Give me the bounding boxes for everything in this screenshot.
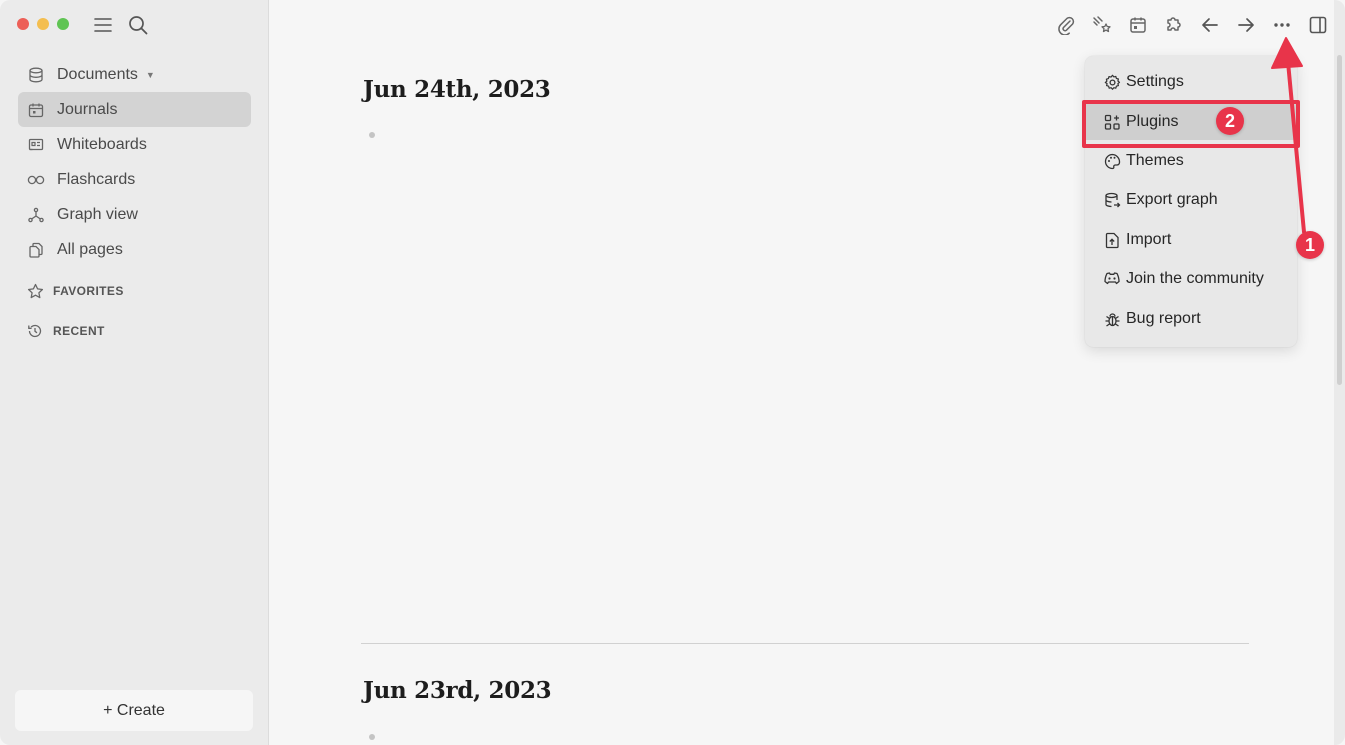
menu-item-plugins[interactable]: Plugins <box>1085 104 1297 140</box>
sidebar-item-label: Graph view <box>57 205 138 223</box>
calendar-icon <box>26 100 46 120</box>
arrow-right-icon[interactable] <box>1234 12 1257 38</box>
sidebar-item-label: Documents <box>57 65 138 83</box>
menu-item-settings[interactable]: Settings <box>1085 64 1297 100</box>
journal-title[interactable]: Jun 23rd, 2023 <box>363 677 552 704</box>
menu-item-label: Export graph <box>1126 191 1218 208</box>
sidebar-toggle-icon[interactable] <box>1306 12 1329 38</box>
sparkles-icon[interactable] <box>1090 12 1113 38</box>
more-icon[interactable] <box>1270 12 1293 38</box>
sidebar-section-recent[interactable]: RECENT <box>26 322 105 340</box>
top-toolbar <box>1054 12 1329 38</box>
journal-title[interactable]: Jun 24th, 2023 <box>363 76 551 103</box>
menu-item-label: Settings <box>1126 73 1184 90</box>
more-options-menu: Settings Plugins Themes Export graph Imp… <box>1085 56 1297 347</box>
star-icon <box>26 282 44 300</box>
graph-icon <box>26 205 46 225</box>
scrollbar-thumb[interactable] <box>1337 55 1342 385</box>
plugins-icon <box>1103 113 1121 131</box>
sidebar-item-all-pages[interactable]: All pages <box>18 232 251 267</box>
menu-item-label: Import <box>1126 231 1172 248</box>
whiteboard-icon <box>26 135 46 155</box>
section-label: FAVORITES <box>53 284 124 298</box>
block-bullet[interactable] <box>369 734 375 740</box>
menu-item-label: Bug report <box>1126 310 1201 327</box>
block-bullet[interactable] <box>369 132 375 138</box>
sidebar-item-whiteboards[interactable]: Whiteboards <box>18 127 251 162</box>
menu-icon[interactable] <box>92 14 114 36</box>
section-label: RECENT <box>53 324 105 338</box>
history-icon <box>26 322 44 340</box>
menu-item-label: Join the community <box>1126 270 1264 287</box>
close-window-button[interactable] <box>17 18 29 30</box>
menu-item-join-community[interactable]: Join the community <box>1085 261 1297 297</box>
sidebar-item-label: Flashcards <box>57 170 136 188</box>
minimize-window-button[interactable] <box>37 18 49 30</box>
gear-icon <box>1103 73 1121 91</box>
menu-item-export-graph[interactable]: Export graph <box>1085 182 1297 218</box>
menu-item-import[interactable]: Import <box>1085 222 1297 258</box>
search-icon[interactable] <box>127 14 149 36</box>
puzzle-icon[interactable] <box>1162 12 1185 38</box>
journal-divider <box>361 643 1249 644</box>
window-controls <box>17 18 69 30</box>
sidebar-item-label: Whiteboards <box>57 135 147 153</box>
sidebar-section-favorites[interactable]: FAVORITES <box>26 282 124 300</box>
create-button[interactable]: + Create <box>15 690 253 731</box>
sidebar-item-graph-view[interactable]: Graph view <box>18 197 251 232</box>
sidebar-item-flashcards[interactable]: Flashcards <box>18 162 251 197</box>
calendar-icon[interactable] <box>1126 12 1149 38</box>
menu-item-label: Plugins <box>1126 113 1179 130</box>
export-db-icon <box>1103 191 1121 209</box>
maximize-window-button[interactable] <box>57 18 69 30</box>
discord-icon <box>1103 270 1121 288</box>
menu-item-bug-report[interactable]: Bug report <box>1085 301 1297 337</box>
chevron-down-icon[interactable]: ▼ <box>146 70 155 80</box>
infinity-icon <box>26 170 46 190</box>
sidebar-item-label: Journals <box>57 100 118 118</box>
sidebar-item-documents[interactable]: Documents ▼ <box>18 57 251 92</box>
app-window: Documents ▼ Journals Whiteboards Flashca… <box>0 0 1345 745</box>
palette-icon <box>1103 152 1121 170</box>
pages-icon <box>26 240 46 260</box>
menu-item-themes[interactable]: Themes <box>1085 143 1297 179</box>
sidebar-item-journals[interactable]: Journals <box>18 92 251 127</box>
menu-item-label: Themes <box>1126 152 1184 169</box>
sidebar-nav: Documents ▼ Journals Whiteboards Flashca… <box>18 57 251 267</box>
sidebar-item-label: All pages <box>57 240 123 258</box>
paperclip-icon[interactable] <box>1054 12 1077 38</box>
arrow-left-icon[interactable] <box>1198 12 1221 38</box>
bug-icon <box>1103 310 1121 328</box>
left-sidebar: Documents ▼ Journals Whiteboards Flashca… <box>0 0 269 745</box>
import-file-icon <box>1103 231 1121 249</box>
database-icon <box>26 65 46 85</box>
